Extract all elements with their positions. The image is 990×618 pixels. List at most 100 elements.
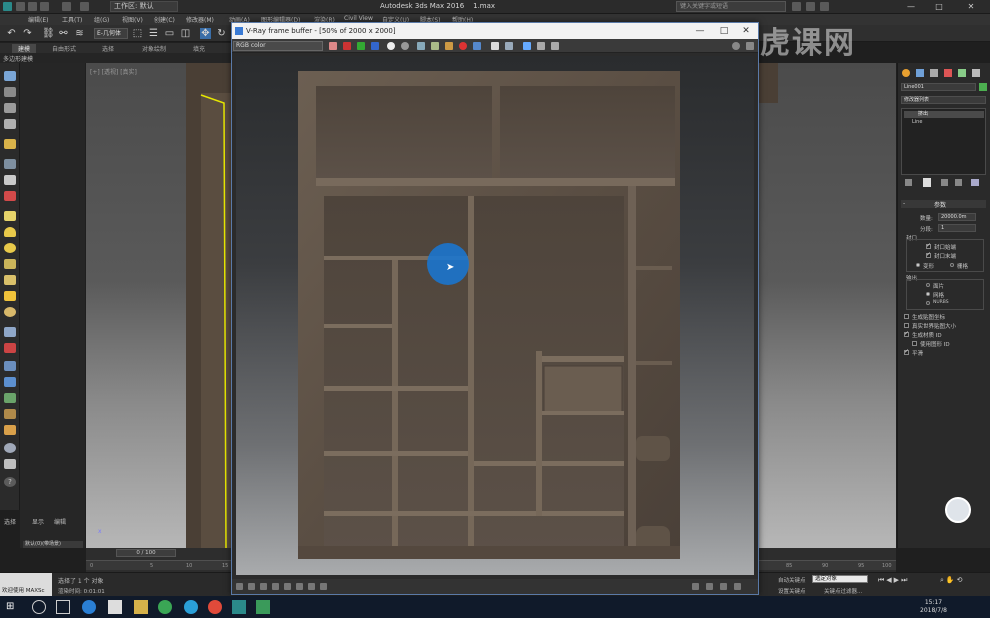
- explorer-tab-select[interactable]: 选择: [4, 517, 16, 526]
- ribbon-subtitle[interactable]: 多边形建模: [3, 54, 33, 63]
- select-move-icon[interactable]: ✥: [200, 28, 211, 39]
- modify-tab-icon[interactable]: [916, 69, 924, 77]
- rect-selection-icon[interactable]: ▭: [164, 28, 175, 39]
- dome-icon[interactable]: [4, 227, 16, 237]
- task-view-icon[interactable]: [56, 600, 70, 614]
- clear-icon[interactable]: [459, 42, 467, 50]
- maxscript-listener[interactable]: 欢迎使用 MAXSc: [0, 573, 52, 597]
- ribbon-tab-object-paint[interactable]: 对象绘制: [142, 44, 166, 53]
- morph-radio[interactable]: [916, 263, 920, 267]
- remove-modifier-icon[interactable]: [955, 179, 962, 186]
- alpha-channel-icon[interactable]: [387, 42, 395, 50]
- chrome-icon[interactable]: [208, 600, 222, 614]
- cap-start-checkbox[interactable]: [926, 242, 931, 249]
- geosphere-icon[interactable]: [4, 307, 16, 317]
- material-icon[interactable]: [4, 425, 16, 435]
- ribbon-tab-populate[interactable]: 填充: [193, 44, 205, 53]
- vfb-bottom-icon[interactable]: [734, 583, 741, 590]
- avatar[interactable]: [945, 497, 971, 523]
- select-rotate-icon[interactable]: ↻: [216, 28, 227, 39]
- bind-space-warp-icon[interactable]: ≋: [74, 28, 85, 39]
- vfb-close-button[interactable]: ✕: [736, 25, 756, 37]
- green-channel-icon[interactable]: [357, 42, 365, 50]
- stack-item-extrude[interactable]: 挤出: [904, 111, 984, 118]
- unlink-icon[interactable]: ⚯: [58, 28, 69, 39]
- max-logo-icon[interactable]: [3, 2, 12, 11]
- display-tab-icon[interactable]: [958, 69, 966, 77]
- workspace-selector[interactable]: 工作区: 默认: [110, 1, 178, 12]
- save-file-icon[interactable]: [40, 2, 49, 11]
- qq-browser-icon[interactable]: [184, 600, 198, 614]
- tree-icon[interactable]: [4, 393, 16, 403]
- object-color-swatch[interactable]: [979, 83, 987, 91]
- menu-views[interactable]: 视图(V): [122, 15, 143, 24]
- parameters-rollout-header[interactable]: - 参数: [901, 200, 986, 209]
- cap-end-checkbox[interactable]: [926, 251, 931, 258]
- vfb-bottom-icon[interactable]: [296, 583, 303, 590]
- vray-frame-buffer-window[interactable]: V-Ray frame buffer - [50% of 2000 x 2000…: [231, 22, 759, 595]
- pin-stack-icon[interactable]: [905, 179, 912, 186]
- windows-start-icon[interactable]: ⊞: [6, 600, 20, 614]
- object-list-icon[interactable]: [4, 119, 16, 129]
- vfb-bottom-icon[interactable]: [284, 583, 291, 590]
- menu-civil-view[interactable]: Civil View: [344, 15, 373, 22]
- motion-tab-icon[interactable]: [944, 69, 952, 77]
- save-render-icon[interactable]: [417, 42, 425, 50]
- stack-item-line[interactable]: Line: [904, 119, 984, 126]
- gen-mat-ids-checkbox[interactable]: [904, 330, 909, 337]
- vfb-maximize-button[interactable]: □: [714, 25, 734, 37]
- use-shape-ids-checkbox[interactable]: [912, 341, 917, 346]
- display-icon[interactable]: [4, 103, 16, 113]
- wechat-icon[interactable]: [158, 600, 172, 614]
- window-crossing-icon[interactable]: ◫: [180, 28, 191, 39]
- help-circle-icon[interactable]: ?: [4, 477, 16, 487]
- autokey-button[interactable]: 自动关键点: [778, 576, 806, 584]
- account-icon[interactable]: [820, 2, 829, 11]
- gen-mapping-checkbox[interactable]: [904, 314, 909, 319]
- configure-sets-icon[interactable]: [971, 179, 979, 186]
- playback-controls[interactable]: ⏮◀▶⏭: [878, 576, 938, 584]
- vfb-bottom-icon[interactable]: [236, 583, 243, 590]
- mono-icon[interactable]: [401, 42, 409, 50]
- shape-icon[interactable]: [4, 327, 16, 337]
- time-slider[interactable]: 0 / 100: [116, 549, 176, 557]
- menu-tools[interactable]: 工具(T): [62, 15, 82, 24]
- mesh-radio[interactable]: [926, 292, 930, 296]
- color-corrections-icon[interactable]: [551, 42, 559, 50]
- close-button[interactable]: ✕: [960, 1, 982, 13]
- menu-modifiers[interactable]: 修改器(M): [186, 15, 214, 24]
- smooth-checkbox[interactable]: [904, 348, 909, 355]
- menu-create[interactable]: 创建(C): [154, 15, 175, 24]
- set-key-button[interactable]: 设置关键点: [778, 587, 806, 595]
- file-explorer-icon[interactable]: [134, 600, 148, 614]
- systems-icon[interactable]: [4, 377, 16, 387]
- selected-objects-dropdown[interactable]: 选定对象: [812, 575, 868, 583]
- cone-icon[interactable]: [4, 275, 16, 285]
- save-image-icon[interactable]: [329, 42, 337, 50]
- camera-icon[interactable]: [4, 159, 16, 169]
- grid-radio[interactable]: [950, 263, 954, 267]
- show-info-icon[interactable]: [732, 42, 740, 50]
- track-mouse-icon[interactable]: [491, 42, 499, 50]
- vfb-bottom-icon[interactable]: [720, 583, 727, 590]
- red-channel-icon[interactable]: [343, 42, 351, 50]
- select-object-icon[interactable]: ⬚: [132, 28, 143, 39]
- vfb-bottom-icon[interactable]: [706, 583, 713, 590]
- search-circle-icon[interactable]: [32, 600, 46, 614]
- modifier-list-dropdown[interactable]: 修改器列表: [901, 96, 986, 104]
- system-clock[interactable]: 15:17 2018/7/8: [920, 599, 947, 615]
- key-filters-button[interactable]: 关键点过滤器...: [824, 587, 862, 595]
- layer-icon[interactable]: [4, 87, 16, 97]
- tool-icon[interactable]: [4, 343, 16, 353]
- render-last-icon[interactable]: [523, 42, 531, 50]
- 3ds-max-taskbar-icon[interactable]: [232, 600, 246, 614]
- torus-icon[interactable]: [4, 259, 16, 269]
- box-icon[interactable]: [4, 211, 16, 221]
- history-icon[interactable]: [473, 42, 481, 50]
- blue-channel-icon[interactable]: [371, 42, 379, 50]
- excel-icon[interactable]: [256, 600, 270, 614]
- help-icon[interactable]: [806, 2, 815, 11]
- maximize-button[interactable]: □: [928, 1, 950, 13]
- lens-effects-icon[interactable]: [746, 42, 754, 50]
- layer-item[interactable]: 默认(0)(带场景): [23, 541, 83, 548]
